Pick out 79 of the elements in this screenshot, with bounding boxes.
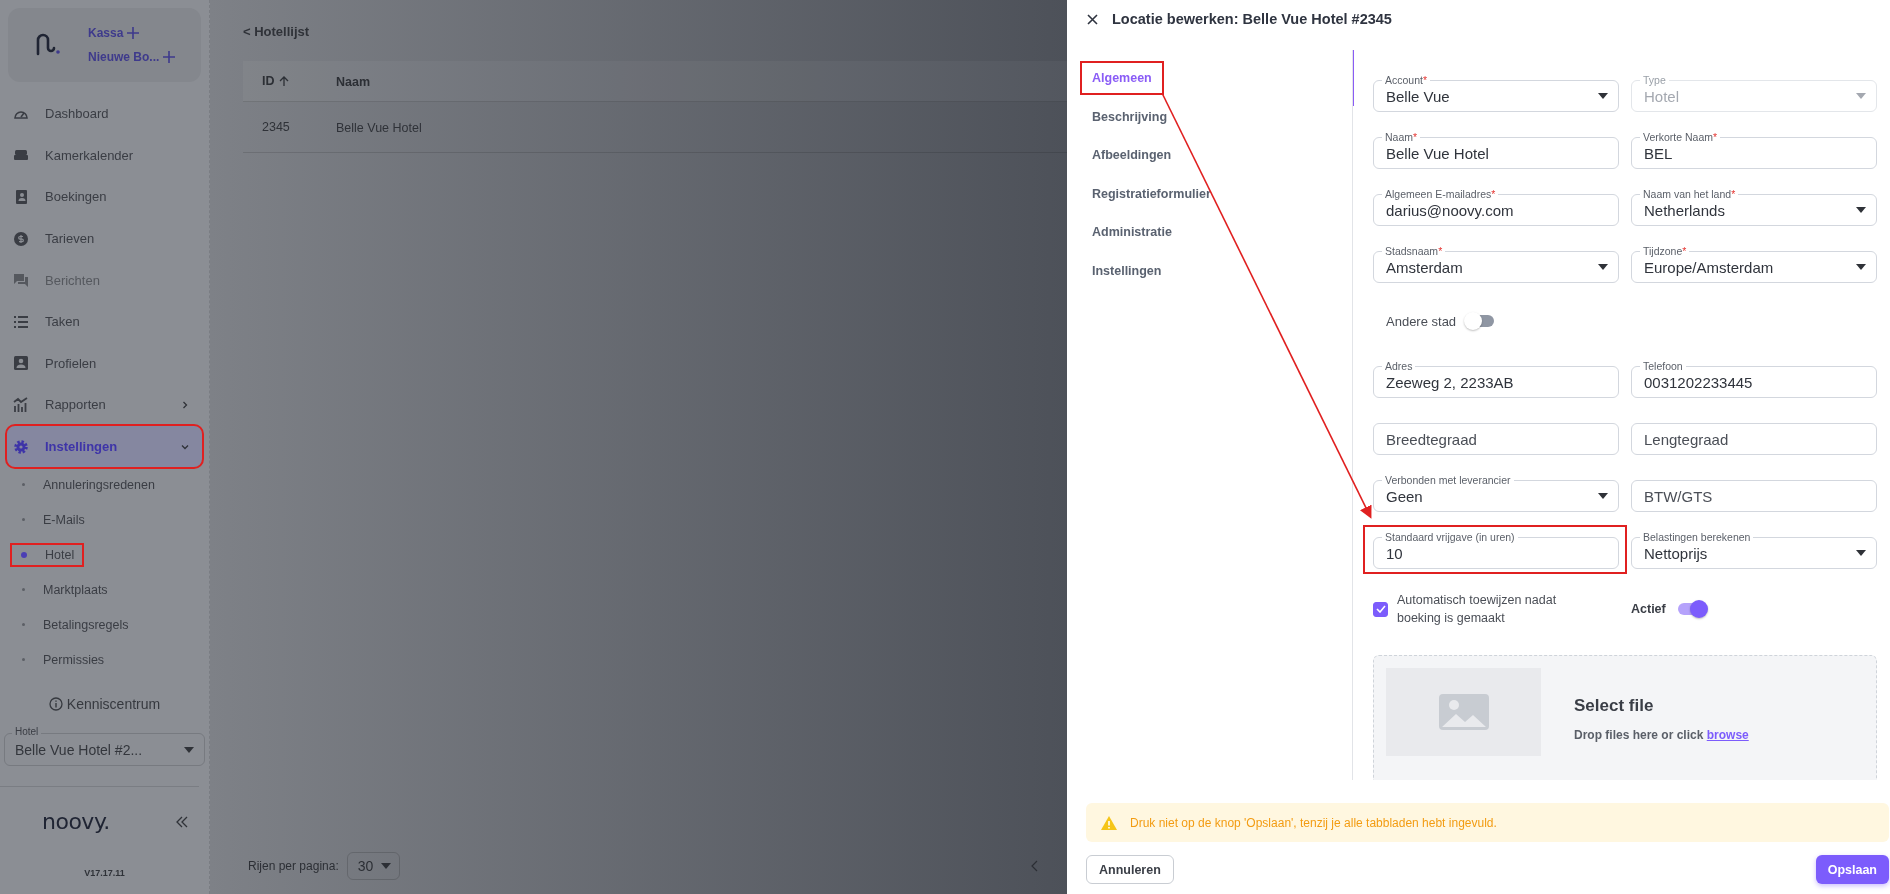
plus-icon: [127, 27, 140, 39]
menu-item[interactable]: Boekingen: [7, 176, 202, 218]
caret-icon: [1856, 264, 1866, 270]
logo-icon: [36, 33, 62, 57]
caret-icon: [1598, 493, 1608, 499]
dropzone-title: Select file: [1574, 696, 1655, 716]
quick-action-link[interactable]: Kassa: [88, 26, 176, 40]
text-field[interactable]: BTW/GTS: [1631, 480, 1877, 512]
submenu-item[interactable]: Marktplaats: [12, 579, 116, 600]
menu-item[interactable]: Instellingen: [7, 425, 202, 468]
brand-logo: noovy.: [42, 809, 110, 835]
caret-icon: [1856, 93, 1866, 99]
field-label: Verbonden met leverancier: [1382, 473, 1514, 487]
warning-text: Druk niet op de knop 'Opslaan', tenzij je alle tabbladen hebt ingevuld.: [1130, 815, 1497, 830]
caret-icon: [1856, 207, 1866, 213]
tab[interactable]: Administratie: [1082, 213, 1182, 252]
back-link[interactable]: < Hotellijst: [243, 24, 310, 39]
tab[interactable]: Algemeen: [1082, 63, 1162, 93]
submenu-item[interactable]: Annuleringsredenen: [12, 474, 163, 495]
coin-icon: [13, 230, 29, 247]
toggle-label: Andere stad: [1386, 313, 1457, 329]
save-button[interactable]: Opslaan: [1815, 855, 1889, 884]
text-field[interactable]: Breedtegraad: [1373, 423, 1619, 455]
menu-item[interactable]: Taken: [7, 300, 202, 343]
tab[interactable]: Afbeeldingen: [1082, 136, 1182, 175]
caret-icon: [381, 863, 392, 869]
help-link[interactable]: Kenniscentrum: [0, 689, 209, 720]
file-dropzone[interactable]: Select file Drop files here or click browse: [1373, 655, 1877, 780]
rows-per-page-select[interactable]: 30: [346, 852, 401, 880]
caret-icon: [1856, 550, 1866, 556]
column-header[interactable]: ID: [262, 74, 275, 88]
table-cell: Belle Vue Hotel: [336, 121, 422, 135]
submenu-item[interactable]: E-Mails: [12, 509, 93, 530]
drawer-title: Locatie bewerken: Belle Vue Hotel #2345: [1112, 11, 1392, 27]
field-label: Account*: [1382, 73, 1431, 87]
menu-item[interactable]: Rapporten: [7, 384, 202, 426]
caret-icon: [1598, 93, 1608, 99]
tab[interactable]: Registratieformulier: [1082, 174, 1221, 213]
field-label: Tijdzone*: [1640, 244, 1690, 258]
menu-item[interactable]: Tarieven: [7, 217, 202, 260]
column-header[interactable]: Naam: [336, 75, 371, 89]
chevron-icon: [180, 399, 190, 410]
quick-action-link[interactable]: Nieuwe Bo...: [88, 50, 176, 64]
contacts-icon: [13, 189, 29, 205]
submenu-item[interactable]: Permissies: [12, 649, 113, 670]
checkbox[interactable]: [1373, 601, 1388, 617]
text-field[interactable]: Lengtegraad: [1631, 423, 1877, 455]
submenu-item[interactable]: Betalingsregels: [12, 614, 137, 635]
caret-icon: [184, 746, 194, 753]
gear-icon: [13, 438, 29, 455]
browse-link[interactable]: browse: [1706, 728, 1749, 742]
chat-icon: [13, 272, 29, 289]
image-icon: [1437, 693, 1490, 731]
toggle-label: Actief: [1631, 602, 1666, 616]
info-icon: [48, 697, 63, 712]
rows-per-page-label: Rijen per pagina:: [248, 859, 339, 873]
menu-item[interactable]: Dashboard: [7, 93, 202, 135]
profile-card-icon: [13, 355, 29, 372]
menu-item[interactable]: Profielen: [7, 342, 202, 385]
tab[interactable]: Instellingen: [1082, 251, 1172, 290]
field-label: Stadsnaam*: [1382, 244, 1446, 258]
version-label: V17.17.11: [83, 868, 126, 879]
menu-item[interactable]: Kamerkalender: [7, 134, 202, 177]
collapse-icon[interactable]: [175, 815, 189, 828]
cancel-button[interactable]: Annuleren: [1086, 855, 1174, 884]
bar-chart-icon: [13, 396, 29, 413]
field-label: Type: [1640, 73, 1669, 87]
list-icon: [13, 313, 29, 330]
checkbox-label: Automatisch toewijzen nadat boeking is gemaakt: [1397, 592, 1558, 627]
table-cell: 2345: [262, 120, 290, 134]
close-icon[interactable]: [1087, 13, 1098, 25]
tab[interactable]: Beschrijving: [1082, 97, 1178, 136]
caret-icon: [1598, 264, 1608, 270]
plus-icon: [163, 51, 176, 63]
warning-icon: [1100, 814, 1118, 831]
submenu-item[interactable]: Hotel: [12, 544, 83, 565]
field-label: Belastingen berekenen: [1640, 530, 1754, 544]
dropzone-text: Drop files here or click browse: [1574, 728, 1749, 742]
field-label: Naam van het land*: [1640, 187, 1739, 201]
